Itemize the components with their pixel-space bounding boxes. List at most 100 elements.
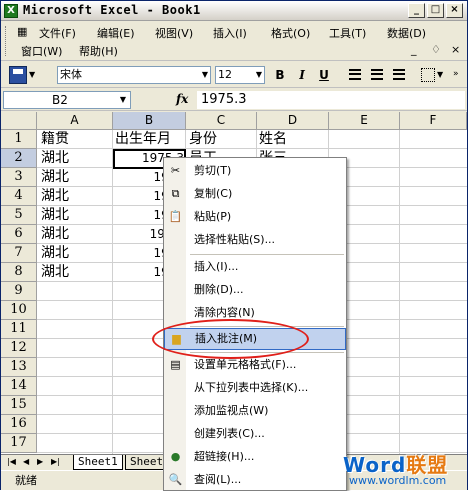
menu-window[interactable]: 窗口(W)	[21, 43, 62, 59]
cell-c1[interactable]: 身份	[189, 130, 255, 149]
row-header[interactable]: 13	[1, 358, 37, 377]
font-size-value: 12	[218, 68, 232, 81]
cell-a1[interactable]: 籍贯	[41, 130, 111, 149]
menu-item-insert[interactable]: 插入(I)...	[164, 256, 346, 278]
doc-close-button[interactable]: ×	[451, 43, 460, 56]
row-header[interactable]: 6	[1, 225, 37, 244]
menu-item-hyperlink[interactable]: ● 超链接(H)...	[164, 446, 346, 468]
first-sheet-icon[interactable]: |◀	[7, 457, 16, 466]
align-center-icon[interactable]	[371, 69, 383, 80]
hyperlink-icon: ●	[170, 450, 181, 463]
menu-bar: ▦ 文件(F) 编辑(E) 视图(V) 插入(I) 格式(O) 工具(T) 数据…	[1, 21, 467, 61]
cell-a8[interactable]: 湖北	[41, 263, 111, 282]
menu-insert[interactable]: 插入(I)	[213, 25, 247, 41]
menu-item-label: 插入(I)...	[194, 260, 239, 273]
borders-icon[interactable]	[421, 68, 435, 82]
column-header-d[interactable]: D	[257, 112, 329, 130]
fx-icon[interactable]: fx	[176, 92, 188, 106]
row-header[interactable]: 12	[1, 339, 37, 358]
doc-minimize-button[interactable]: _	[411, 43, 417, 56]
cell-a4[interactable]: 湖北	[41, 187, 111, 206]
menu-tools[interactable]: 工具(T)	[329, 25, 366, 41]
menu-item-copy[interactable]: ⧉ 复制(C)	[164, 183, 346, 205]
sheet-tab-2[interactable]: Sheet	[125, 455, 169, 470]
cell-a2[interactable]: 湖北	[41, 149, 111, 168]
save-dropdown-icon[interactable]: ▼	[29, 70, 35, 79]
row-header[interactable]: 11	[1, 320, 37, 339]
menu-file[interactable]: 文件(F)	[39, 25, 76, 41]
cell-a7[interactable]: 湖北	[41, 244, 111, 263]
menu-item-pick-from-list[interactable]: 从下拉列表中选择(K)...	[164, 377, 346, 399]
row-header[interactable]: 16	[1, 415, 37, 434]
copy-icon: ⧉	[171, 187, 180, 200]
align-right-icon[interactable]	[393, 69, 405, 80]
maximize-button[interactable]: □	[427, 3, 444, 18]
cell-b1[interactable]: 出生年月	[115, 130, 185, 149]
formula-bar: B2 ▼ fx 1975.3	[1, 89, 467, 111]
borders-dropdown-icon[interactable]: ▼	[437, 70, 443, 79]
doc-restore-button[interactable]: ♢	[431, 43, 441, 56]
row-header[interactable]: 5	[1, 206, 37, 225]
font-name-select[interactable]: 宋体 ▼	[57, 66, 211, 84]
last-sheet-icon[interactable]: ▶|	[51, 457, 60, 466]
name-box[interactable]: B2 ▼	[3, 91, 131, 109]
menu-help[interactable]: 帮助(H)	[79, 43, 118, 59]
close-button[interactable]: ×	[446, 3, 463, 18]
menu-item-delete[interactable]: 删除(D)...	[164, 279, 346, 301]
row-header[interactable]: 10	[1, 301, 37, 320]
row-header[interactable]: 7	[1, 244, 37, 263]
menu-item-create-list[interactable]: 创建列表(C)...	[164, 423, 346, 445]
menu-item-label: 添加监视点(W)	[194, 404, 269, 417]
next-sheet-icon[interactable]: ▶	[37, 457, 43, 466]
formula-input[interactable]: 1975.3	[197, 91, 465, 109]
cell-a3[interactable]: 湖北	[41, 168, 111, 187]
menu-edit[interactable]: 编辑(E)	[97, 25, 135, 41]
column-header-c[interactable]: C	[186, 112, 257, 130]
cell-a6[interactable]: 湖北	[41, 225, 111, 244]
menu-view[interactable]: 视图(V)	[155, 25, 193, 41]
menu-item-label: 超链接(H)...	[194, 450, 255, 463]
sheet-tab-1[interactable]: Sheet1	[73, 455, 123, 470]
menu-item-lookup[interactable]: 🔍 查阅(L)...	[164, 469, 346, 491]
row-header[interactable]: 2	[1, 149, 37, 168]
italic-button[interactable]: I	[293, 67, 311, 84]
name-box-value: B2	[52, 93, 68, 107]
minimize-button[interactable]: _	[408, 3, 425, 18]
row-header[interactable]: 4	[1, 187, 37, 206]
column-header-e[interactable]: E	[329, 112, 400, 130]
cell-d1[interactable]: 姓名	[259, 130, 327, 149]
formatting-toolbar: ▼ 宋体 ▼ 12 ▼ B I U ▼ »	[1, 62, 467, 88]
align-left-icon[interactable]	[349, 69, 361, 80]
underline-button[interactable]: U	[315, 67, 333, 84]
menu-format[interactable]: 格式(O)	[271, 25, 310, 41]
menu-item-cut[interactable]: ✂ 剪切(T)	[164, 160, 346, 182]
row-header[interactable]: 3	[1, 168, 37, 187]
toolbar-grip[interactable]	[5, 26, 8, 56]
cell-a5[interactable]: 湖北	[41, 206, 111, 225]
prev-sheet-icon[interactable]: ◀	[23, 457, 29, 466]
select-all-corner[interactable]	[1, 112, 37, 130]
menu-item-paste-special[interactable]: 选择性粘贴(S)...	[164, 229, 346, 251]
menu-separator	[190, 254, 344, 255]
column-header-b[interactable]: B	[113, 112, 186, 130]
menu-item-add-watch[interactable]: 添加监视点(W)	[164, 400, 346, 422]
row-header[interactable]: 15	[1, 396, 37, 415]
menu-item-label: 从下拉列表中选择(K)...	[194, 381, 309, 394]
menu-item-paste[interactable]: 📋 粘贴(P)	[164, 206, 346, 228]
title-bar: X Microsoft Excel - Book1 _ □ ×	[1, 1, 467, 21]
toolbar-options-icon[interactable]: »	[453, 69, 459, 79]
menu-item-label: 设置单元格格式(F)...	[194, 358, 297, 371]
column-header-f[interactable]: F	[400, 112, 467, 130]
menu-item-label: 清除内容(N)	[194, 306, 255, 319]
row-header[interactable]: 14	[1, 377, 37, 396]
font-size-select[interactable]: 12 ▼	[215, 66, 265, 84]
row-header[interactable]: 9	[1, 282, 37, 301]
row-header[interactable]: 1	[1, 130, 37, 149]
menu-data[interactable]: 数据(D)	[387, 25, 426, 41]
watermark-logo: Word联盟 www.wordlm.com	[343, 449, 448, 487]
save-icon[interactable]	[9, 66, 27, 84]
bold-button[interactable]: B	[271, 67, 289, 84]
row-header[interactable]: 8	[1, 263, 37, 282]
row-header[interactable]: 17	[1, 434, 37, 453]
column-header-a[interactable]: A	[37, 112, 113, 130]
